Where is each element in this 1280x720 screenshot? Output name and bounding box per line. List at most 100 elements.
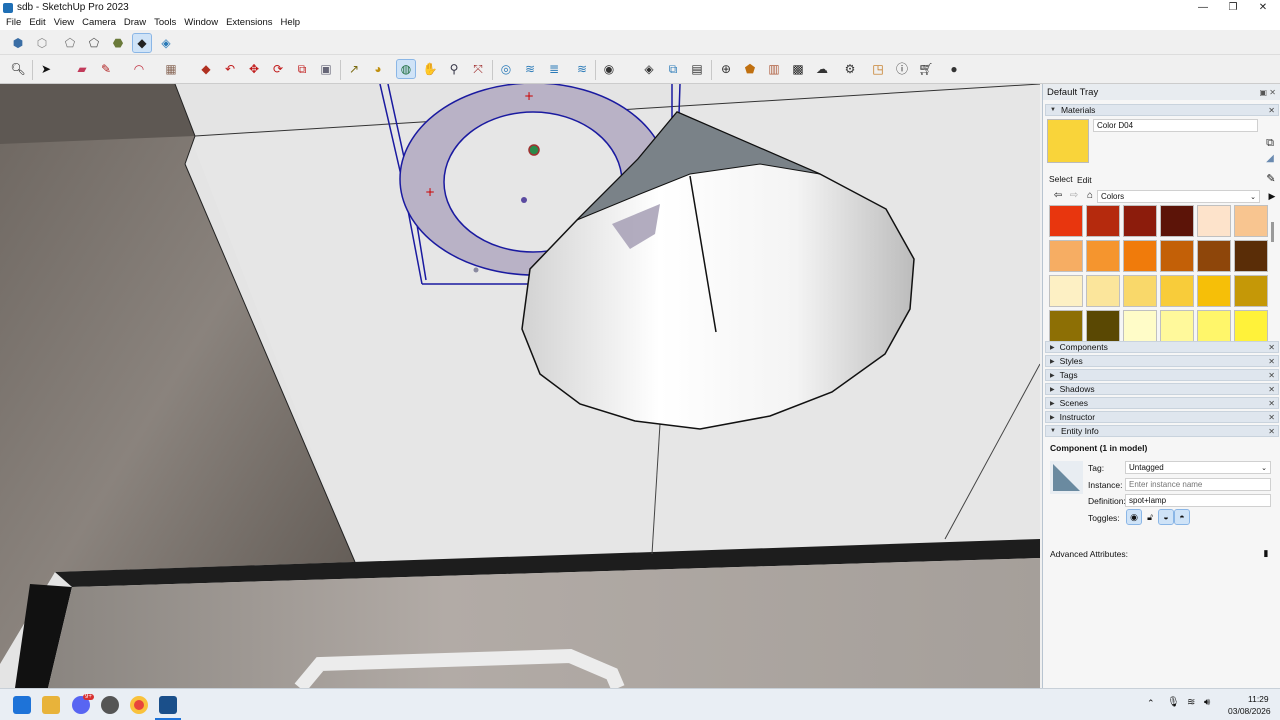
menu-window[interactable]: Window <box>184 17 218 28</box>
material-swatch[interactable] <box>1086 310 1120 342</box>
close-panel-icon[interactable]: ✕ <box>1268 399 1275 408</box>
section-plane-icon[interactable]: ▤ <box>688 60 706 78</box>
3d-viewport[interactable]: + + + + <box>0 84 1040 688</box>
checker-icon[interactable]: ▩ <box>789 60 807 78</box>
settings-gear-icon[interactable]: ⚙ <box>841 60 859 78</box>
menu-help[interactable]: Help <box>281 17 301 28</box>
material-swatch[interactable] <box>1086 240 1120 272</box>
tag-select[interactable]: Untagged ⌄ <box>1125 461 1271 474</box>
info-icon[interactable]: ⓘ <box>893 60 911 78</box>
iso-view-icon[interactable]: ⬢ <box>9 34 27 52</box>
arc-tool-icon[interactable]: ◠ <box>130 60 148 78</box>
material-swatch[interactable] <box>1234 275 1268 307</box>
offset-icon[interactable]: ↶ <box>221 60 239 78</box>
close-panel-icon[interactable]: ✕ <box>1268 343 1275 352</box>
close-panel-icon[interactable]: ✕ <box>1268 371 1275 380</box>
shadows-panel-header[interactable]: ▶ Shadows ✕ <box>1045 383 1279 395</box>
menu-view[interactable]: View <box>54 17 74 28</box>
menu-tools[interactable]: Tools <box>154 17 176 28</box>
material-swatch[interactable] <box>1123 205 1157 237</box>
scale-icon[interactable]: ⧉ <box>293 60 311 78</box>
layout-send-icon[interactable]: ≣ <box>545 60 563 78</box>
pencil-line-icon[interactable]: ✎ <box>97 60 115 78</box>
layers-icon[interactable]: ◳ <box>869 60 887 78</box>
menu-draw[interactable]: Draw <box>124 17 146 28</box>
tray-pin-icon[interactable]: ▣ ✕ <box>1260 88 1276 97</box>
eraser-icon[interactable]: ▰ <box>73 60 91 78</box>
scenes-panel-header[interactable]: ▶ Scenes ✕ <box>1045 397 1279 409</box>
clock-time[interactable]: 11:29 <box>1248 694 1269 704</box>
sketchup-taskbar-icon[interactable] <box>159 696 177 714</box>
cloud-upload-icon[interactable]: ☁ <box>813 60 831 78</box>
material-swatch[interactable] <box>1197 310 1231 342</box>
close-panel-icon[interactable]: ✕ <box>1268 385 1275 394</box>
file-explorer-icon[interactable] <box>42 696 60 714</box>
select-tool-icon[interactable]: ➤ <box>37 60 55 78</box>
advanced-attributes-icon[interactable]: ▮ <box>1259 546 1273 560</box>
close-panel-icon[interactable]: ✕ <box>1268 427 1275 436</box>
user-account-icon[interactable]: ◉ <box>600 60 618 78</box>
solid-tools-icon[interactable]: ⬟ <box>741 60 759 78</box>
tray-chevron-icon[interactable]: ⌃ <box>1147 698 1155 709</box>
zoom-window-icon[interactable]: ⤧ <box>469 60 487 78</box>
menu-camera[interactable]: Camera <box>82 17 116 28</box>
close-panel-icon[interactable]: ✕ <box>1268 106 1275 115</box>
bottom-view-icon[interactable]: ◈ <box>157 34 175 52</box>
definition-field[interactable]: spot+lamp <box>1125 494 1271 507</box>
material-swatch[interactable] <box>1234 205 1268 237</box>
profile-icon[interactable]: ● <box>945 60 963 78</box>
material-swatch[interactable] <box>1160 275 1194 307</box>
material-swatch[interactable] <box>1160 240 1194 272</box>
pan-icon[interactable]: ✋ <box>421 60 439 78</box>
material-swatch[interactable] <box>1049 205 1083 237</box>
material-swatch[interactable] <box>1197 240 1231 272</box>
instance-name-input[interactable] <box>1125 478 1271 491</box>
components-toolbar-icon[interactable]: ⧉ <box>664 60 682 78</box>
components-panel-header[interactable]: ▶ Components ✕ <box>1045 341 1279 353</box>
3d-warehouse-icon[interactable]: ◎ <box>497 60 515 78</box>
menu-edit[interactable]: Edit <box>29 17 45 28</box>
material-swatch[interactable] <box>1197 205 1231 237</box>
close-panel-icon[interactable]: ✕ <box>1268 413 1275 422</box>
select-tab[interactable]: Select <box>1049 174 1073 184</box>
cast-shadows-icon[interactable]: ◓ <box>1174 509 1190 525</box>
steam-icon[interactable] <box>101 696 119 714</box>
orbit-icon[interactable]: ◍ <box>396 59 416 79</box>
left-view-icon[interactable]: ◆ <box>132 33 152 53</box>
follow-me-icon[interactable]: ▣ <box>317 60 335 78</box>
minimize-button[interactable]: — <box>1188 0 1218 15</box>
tags-panel-header[interactable]: ▶ Tags ✕ <box>1045 369 1279 381</box>
close-panel-icon[interactable]: ✕ <box>1268 357 1275 366</box>
library-select[interactable]: Colors ⌄ <box>1097 190 1260 203</box>
material-name-field[interactable]: Color D04 <box>1093 119 1258 132</box>
entity-info-panel-header[interactable]: ▼ Entity Info ✕ <box>1045 425 1279 437</box>
material-swatch[interactable] <box>1123 275 1157 307</box>
instructor-panel-header[interactable]: ▶ Instructor ✕ <box>1045 411 1279 423</box>
start-windows-icon[interactable] <box>13 696 31 714</box>
menu-extensions[interactable]: Extensions <box>226 17 272 28</box>
material-swatch[interactable] <box>1234 310 1268 342</box>
model-info-icon[interactable]: ◈ <box>640 60 658 78</box>
receive-shadows-icon[interactable]: ◒ <box>1158 509 1174 525</box>
material-swatch[interactable] <box>1049 275 1083 307</box>
menu-file[interactable]: File <box>6 17 21 28</box>
back-view-icon[interactable]: ⬣ <box>109 34 127 52</box>
zoom-extents-icon[interactable]: 🔍︎ <box>9 60 27 78</box>
rotate-icon[interactable]: ⟳ <box>269 60 287 78</box>
material-swatch[interactable] <box>1049 240 1083 272</box>
eyedropper-icon[interactable]: ✎ <box>1262 170 1280 188</box>
material-swatch[interactable] <box>1123 240 1157 272</box>
volume-icon[interactable]: 🔊︎ <box>1204 697 1210 708</box>
add-location-icon[interactable]: ⊕ <box>717 60 735 78</box>
material-swatch[interactable] <box>1049 310 1083 342</box>
push-pull-icon[interactable]: ◆ <box>197 60 215 78</box>
microphone-icon[interactable]: 🎙︎ <box>1167 697 1180 708</box>
material-swatch[interactable] <box>1123 310 1157 342</box>
chrome-icon[interactable] <box>130 696 148 714</box>
shape-tool-icon[interactable]: ▦ <box>162 60 180 78</box>
styles-panel-header[interactable]: ▶ Styles ✕ <box>1045 355 1279 367</box>
tape-measure-icon[interactable]: ↗ <box>345 60 363 78</box>
default-material-icon[interactable]: ◢ <box>1261 150 1279 168</box>
wifi-icon[interactable]: ≋ <box>1187 697 1195 708</box>
top-view-icon[interactable]: ⬡ <box>33 34 51 52</box>
